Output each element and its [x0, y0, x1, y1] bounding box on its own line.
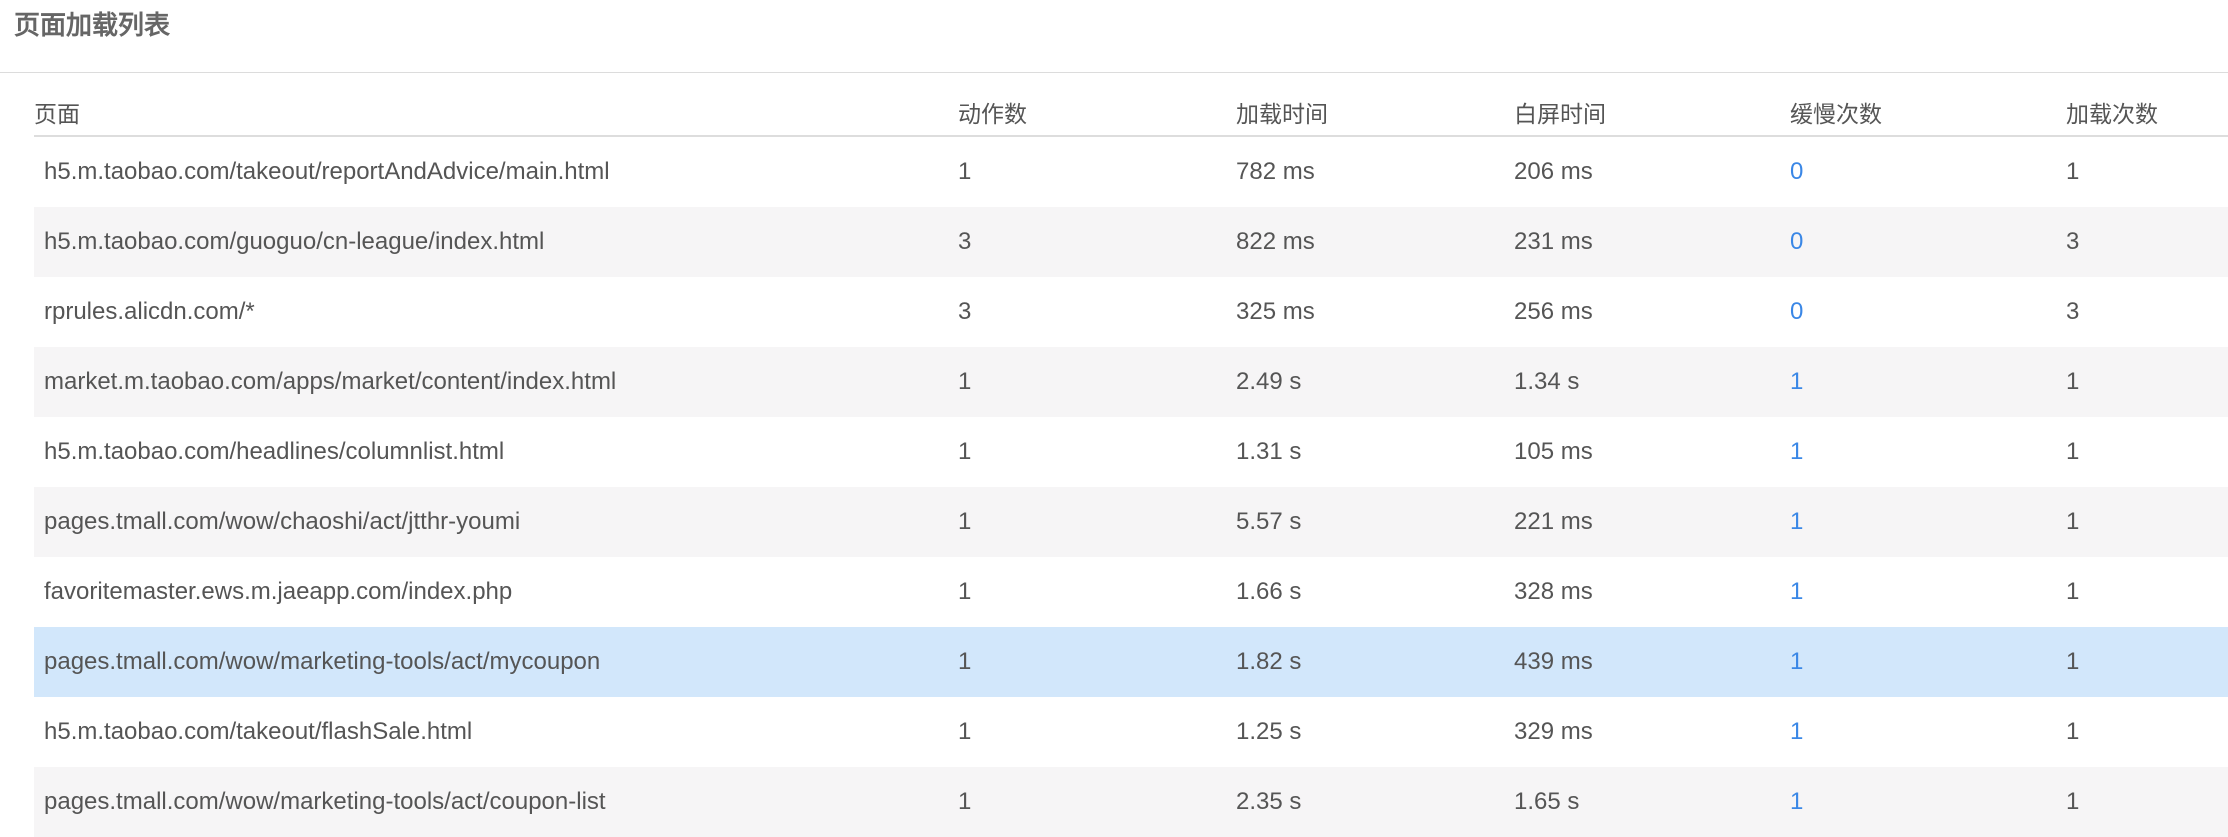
cell-load-time: 2.49 s: [1236, 347, 1514, 417]
cell-actions: 1: [958, 347, 1236, 417]
cell-slow-count: 1: [1790, 487, 2066, 557]
cell-slow-count: 1: [1790, 767, 2066, 837]
cell-actions: 1: [958, 438, 972, 465]
cell-page: pages.tmall.com/wow/chaoshi/act/jtthr-yo…: [34, 487, 958, 557]
table-row[interactable]: pages.tmall.com/wow/marketing-tools/act/…: [34, 627, 2228, 697]
cell-load-count: 1: [2066, 158, 2080, 185]
cell-load-count: 1: [2066, 578, 2080, 605]
slow-count-link[interactable]: 0: [1790, 298, 1803, 325]
cell-slow-count: 0: [1790, 277, 2066, 347]
cell-page: h5.m.taobao.com/guoguo/cn-league/index.h…: [34, 207, 958, 277]
table-header-row: 页面 动作数 加载时间 白屏时间 缓慢次数 加载次数: [34, 88, 2228, 137]
cell-load-count: 1: [2066, 767, 2228, 837]
cell-actions: 1: [958, 718, 972, 745]
cell-white-screen-time: 256 ms: [1514, 298, 1593, 325]
cell-white-screen-time: 231 ms: [1514, 207, 1790, 277]
panel-header: 页面加载列表: [0, 0, 2228, 73]
cell-white-screen-time: 328 ms: [1514, 578, 1593, 605]
table-row[interactable]: favoritemaster.ews.m.jaeapp.com/index.ph…: [34, 557, 2228, 627]
slow-count-link[interactable]: 0: [1790, 228, 1803, 255]
cell-slow-count: 1: [1790, 697, 2066, 767]
slow-count-link[interactable]: 1: [1790, 368, 1803, 395]
panel-title: 页面加载列表: [14, 10, 171, 40]
slow-count-link[interactable]: 1: [1790, 648, 1803, 675]
cell-load-count: 1: [2066, 438, 2080, 465]
table-row[interactable]: h5.m.taobao.com/guoguo/cn-league/index.h…: [34, 207, 2228, 277]
cell-page: pages.tmall.com/wow/marketing-tools/act/…: [34, 627, 958, 697]
cell-page: h5.m.taobao.com/headlines/columnlist.htm…: [44, 438, 505, 465]
page-load-table: 页面 动作数 加载时间 白屏时间 缓慢次数 加载次数 h5.m.taobao.c…: [34, 88, 2228, 837]
cell-load-count: 1: [2066, 347, 2228, 417]
cell-white-screen-time: 206 ms: [1514, 158, 1593, 185]
cell-load-time: 822 ms: [1236, 207, 1514, 277]
cell-slow-count: 1: [1790, 627, 2066, 697]
page-load-table-container: 页面 动作数 加载时间 白屏时间 缓慢次数 加载次数 h5.m.taobao.c…: [34, 88, 2228, 837]
cell-actions: 1: [958, 578, 972, 605]
column-header-load-time[interactable]: 加载时间: [1236, 88, 1514, 137]
cell-white-screen-time: 439 ms: [1514, 627, 1790, 697]
table-row[interactable]: h5.m.taobao.com/takeout/reportAndAdvice/…: [34, 136, 2228, 207]
cell-slow-count: 0: [1790, 207, 2066, 277]
table-row[interactable]: market.m.taobao.com/apps/market/content/…: [34, 347, 2228, 417]
cell-load-time: 5.57 s: [1236, 487, 1514, 557]
cell-load-time: 1.31 s: [1236, 438, 1302, 465]
cell-load-count: 1: [2066, 718, 2080, 745]
table-body: h5.m.taobao.com/takeout/reportAndAdvice/…: [34, 136, 2228, 837]
cell-slow-count: 1: [1790, 417, 2066, 487]
cell-load-time: 1.66 s: [1236, 578, 1302, 605]
table-row[interactable]: rprules.alicdn.com/* 3 325 ms 256 ms 0 3: [34, 277, 2228, 347]
slow-count-link[interactable]: 1: [1790, 508, 1803, 535]
column-header-white-screen-time[interactable]: 白屏时间: [1514, 88, 1790, 137]
cell-actions: 1: [958, 158, 972, 185]
cell-page: h5.m.taobao.com/takeout/flashSale.html: [44, 718, 473, 745]
table-row[interactable]: h5.m.taobao.com/headlines/columnlist.htm…: [34, 417, 2228, 487]
cell-page: market.m.taobao.com/apps/market/content/…: [34, 347, 958, 417]
column-header-load-count[interactable]: 加载次数: [2066, 88, 2228, 137]
cell-page: favoritemaster.ews.m.jaeapp.com/index.ph…: [44, 578, 513, 605]
cell-white-screen-time: 329 ms: [1514, 718, 1593, 745]
slow-count-link[interactable]: 1: [1790, 718, 1803, 745]
cell-load-count: 1: [2066, 487, 2228, 557]
column-header-page[interactable]: 页面: [34, 88, 958, 137]
table-row[interactable]: h5.m.taobao.com/takeout/flashSale.html 1 1…: [34, 697, 2228, 767]
column-header-actions[interactable]: 动作数: [958, 88, 1236, 137]
cell-white-screen-time: 1.34 s: [1514, 347, 1790, 417]
slow-count-link[interactable]: 1: [1790, 788, 1803, 815]
cell-page: rprules.alicdn.com/*: [44, 298, 255, 325]
cell-white-screen-time: 105 ms: [1514, 438, 1593, 465]
cell-slow-count: 1: [1790, 557, 2066, 627]
cell-load-time: 1.82 s: [1236, 627, 1514, 697]
cell-page: h5.m.taobao.com/takeout/reportAndAdvice/…: [44, 158, 610, 185]
cell-actions: 3: [958, 298, 972, 325]
cell-actions: 1: [958, 767, 1236, 837]
cell-white-screen-time: 1.65 s: [1514, 767, 1790, 837]
cell-load-count: 1: [2066, 627, 2228, 697]
slow-count-link[interactable]: 1: [1790, 438, 1803, 465]
cell-load-count: 3: [2066, 207, 2228, 277]
cell-actions: 1: [958, 487, 1236, 557]
cell-page: pages.tmall.com/wow/marketing-tools/act/…: [34, 767, 958, 837]
cell-slow-count: 0: [1790, 136, 2066, 207]
column-header-slow-count[interactable]: 缓慢次数: [1790, 88, 2066, 137]
cell-load-count: 3: [2066, 298, 2080, 325]
table-row[interactable]: pages.tmall.com/wow/chaoshi/act/jtthr-yo…: [34, 487, 2228, 557]
cell-actions: 1: [958, 627, 1236, 697]
cell-load-time: 325 ms: [1236, 298, 1315, 325]
table-row[interactable]: pages.tmall.com/wow/marketing-tools/act/…: [34, 767, 2228, 837]
cell-slow-count: 1: [1790, 347, 2066, 417]
cell-load-time: 782 ms: [1236, 158, 1315, 185]
cell-load-time: 2.35 s: [1236, 767, 1514, 837]
slow-count-link[interactable]: 1: [1790, 578, 1803, 605]
cell-white-screen-time: 221 ms: [1514, 487, 1790, 557]
cell-load-time: 1.25 s: [1236, 718, 1302, 745]
slow-count-link[interactable]: 0: [1790, 158, 1803, 185]
cell-actions: 3: [958, 207, 1236, 277]
